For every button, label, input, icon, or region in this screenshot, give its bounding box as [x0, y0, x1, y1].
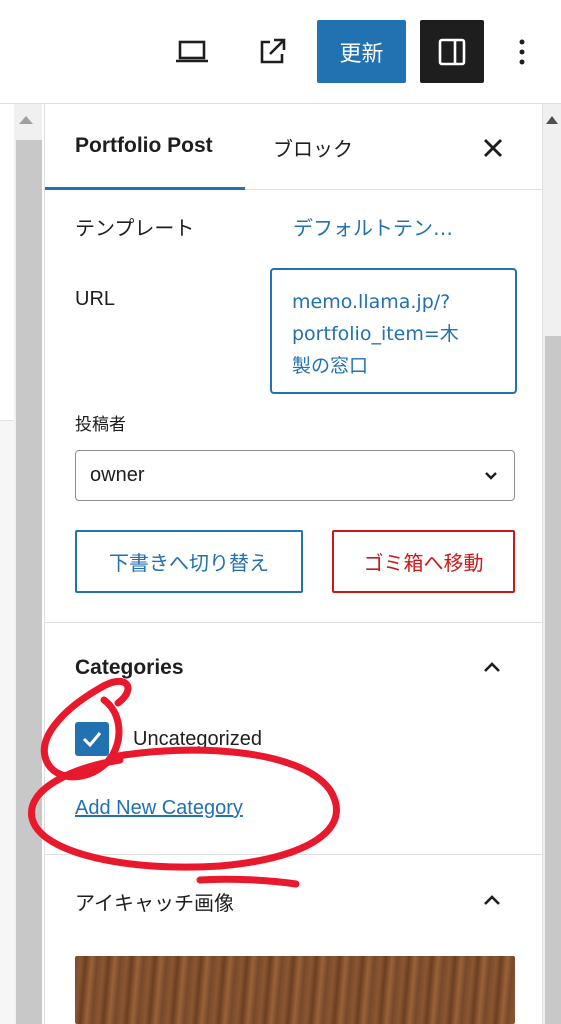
editor-canvas-lower	[0, 420, 14, 1024]
move-to-trash-button[interactable]: ゴミ箱へ移動	[332, 530, 515, 593]
add-new-category-link[interactable]: Add New Category	[75, 797, 243, 820]
vertical-dots-icon	[519, 39, 525, 65]
featured-image-preview[interactable]	[75, 956, 515, 1024]
switch-to-draft-button[interactable]: 下書きへ切り替え	[75, 530, 303, 593]
close-icon	[484, 139, 502, 157]
chevron-up-icon	[484, 662, 500, 672]
featured-image-title[interactable]: アイキャッチ画像	[75, 887, 234, 916]
sidebar-tabs: Portfolio Post ブロック	[45, 104, 544, 190]
author-label: 投稿者	[75, 415, 126, 435]
sidebar-toggle-icon	[438, 38, 466, 65]
url-line-3: 製の窓口	[292, 355, 369, 377]
template-label: テンプレート	[75, 216, 195, 240]
categories-toggle[interactable]	[477, 652, 507, 682]
view-post-button[interactable]	[248, 30, 296, 74]
section-divider	[45, 622, 544, 623]
url-line-1: memo.llama.jp/?	[292, 291, 451, 313]
close-sidebar-button[interactable]	[475, 130, 511, 166]
editor-scrollbar-thumb[interactable]	[16, 140, 42, 1024]
checkmark-icon	[82, 732, 102, 748]
editor-scroll-up-icon[interactable]	[19, 116, 33, 124]
chevron-down-icon	[485, 472, 497, 480]
editor-toolbar: 更新	[0, 0, 561, 104]
section-divider	[45, 854, 544, 855]
categories-title[interactable]: Categories	[75, 656, 184, 680]
update-button[interactable]: 更新	[317, 20, 406, 83]
sidebar-scroll-up-icon[interactable]	[546, 116, 558, 124]
author-select[interactable]: owner	[75, 450, 515, 501]
url-label: URL	[75, 288, 116, 310]
external-link-icon	[260, 38, 286, 64]
author-selected-value: owner	[90, 464, 145, 486]
sidebar-scrollbar-thumb[interactable]	[545, 336, 561, 1024]
url-field[interactable]: memo.llama.jp/? portfolio_item=木 製の窓口	[270, 268, 517, 394]
preview-button[interactable]	[168, 30, 216, 74]
tab-block[interactable]: ブロック	[273, 104, 393, 190]
more-options-button[interactable]	[506, 30, 538, 74]
template-selector[interactable]: デフォルトテン…	[293, 212, 453, 241]
laptop-icon	[176, 40, 208, 63]
settings-toggle-button[interactable]	[420, 20, 484, 83]
category-label[interactable]: Uncategorized	[133, 728, 262, 751]
settings-sidebar: Portfolio Post ブロック テンプレート デフォルトテン… URL …	[44, 104, 544, 1024]
category-checkbox[interactable]	[75, 722, 109, 756]
chevron-up-icon	[484, 895, 500, 905]
tab-portfolio-post[interactable]: Portfolio Post	[45, 104, 245, 190]
featured-image-toggle[interactable]	[477, 885, 507, 915]
url-line-2: portfolio_item=木	[292, 323, 459, 345]
